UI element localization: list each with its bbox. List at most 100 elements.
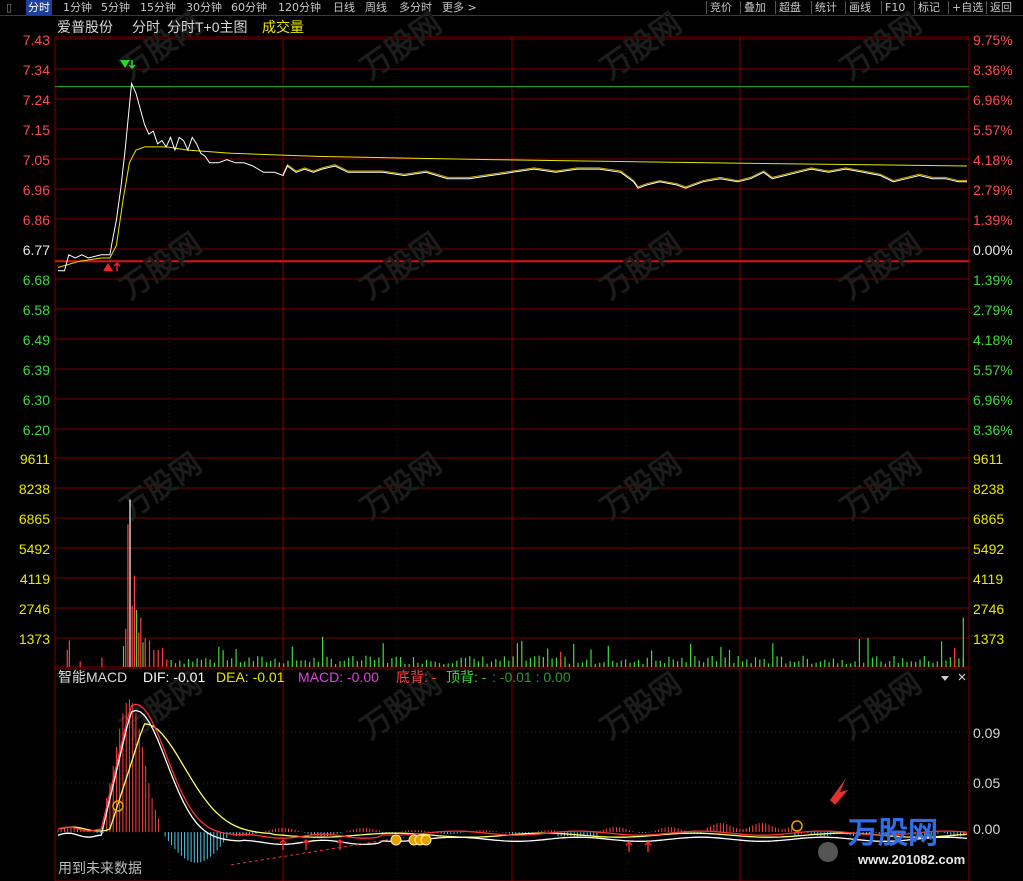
volume-bar	[655, 660, 657, 667]
indicator-label[interactable]: 成交量	[262, 19, 304, 35]
volume-bar	[261, 656, 263, 667]
price-tick-right: 2.79%	[973, 302, 1013, 318]
t0-label[interactable]: 分时T+0主图	[167, 19, 248, 35]
volume-bar	[871, 657, 873, 667]
volume-bar	[560, 651, 562, 667]
macd-extra: : -0.01 : 0.00	[492, 669, 571, 685]
volume-tick-right: 1373	[973, 631, 1004, 647]
price-tick-left: 6.20	[23, 422, 50, 438]
volume-bar	[490, 661, 493, 667]
volume-bar	[361, 660, 363, 667]
volume-bar	[438, 663, 441, 667]
volume-bar	[841, 660, 843, 667]
volume-bar	[274, 658, 276, 667]
volume-bar	[356, 661, 358, 667]
volume-bar	[412, 657, 415, 667]
volume-bar	[759, 659, 761, 667]
volume-bar	[486, 663, 488, 667]
volume-tick-right: 4119	[973, 571, 1003, 587]
volume-tick-left: 5492	[19, 541, 50, 557]
price-tick-left: 6.49	[23, 332, 50, 348]
price-tick-left: 6.96	[23, 182, 50, 198]
up-arrow-icon	[279, 838, 287, 850]
volume-bar	[521, 640, 523, 667]
volume-bar	[811, 663, 813, 667]
volume-bar	[534, 656, 536, 667]
volume-bar	[244, 661, 246, 667]
volume-bar	[378, 657, 380, 667]
watermark-logo: 万股网	[835, 227, 928, 306]
close-icon[interactable]	[958, 673, 966, 681]
price-tick-left: 6.39	[23, 362, 50, 378]
volume-bar	[469, 656, 471, 667]
price-tick-right: 4.18%	[973, 152, 1013, 168]
volume-bar	[876, 656, 878, 667]
volume-bar	[923, 656, 925, 667]
stock-name: 爱普股份	[57, 19, 113, 35]
volume-bar	[309, 661, 311, 667]
volume-tick-right: 2746	[973, 601, 1004, 617]
volume-bar	[542, 657, 544, 667]
volume-bar	[638, 659, 640, 667]
volume-bar	[209, 659, 211, 667]
volume-bar	[66, 649, 68, 667]
coin-icon	[420, 834, 432, 846]
volume-bar	[958, 658, 960, 667]
volume-bar	[685, 662, 687, 667]
volume-bar	[620, 660, 622, 667]
volume-bar	[586, 659, 588, 667]
volume-bar	[737, 655, 739, 667]
macd-tick-right: 0.05	[973, 775, 1000, 791]
volume-bar	[125, 628, 127, 667]
volume-bar	[101, 657, 103, 667]
volume-bar	[780, 656, 783, 667]
volume-bar	[902, 658, 904, 667]
volume-bar	[832, 658, 834, 667]
volume-bar	[313, 657, 315, 667]
volume-bar	[767, 663, 770, 667]
signal-marker-icon	[791, 820, 803, 832]
volume-bar	[365, 655, 367, 667]
volume-bar	[529, 658, 531, 667]
watermark-layer: 万股网 万股网 万股网 万股网万股网 万股网 万股网 万股网万股网 万股网 万股网 万股网万股网万…	[115, 7, 928, 746]
volume-bar	[131, 606, 133, 667]
volume-bar	[564, 656, 566, 667]
watermark-logo: 万股网	[355, 7, 448, 86]
volume-bar	[893, 656, 895, 667]
volume-bar	[889, 661, 891, 667]
volume-bar	[148, 640, 151, 667]
volume-bar	[283, 663, 285, 667]
volume-bar	[884, 663, 886, 667]
volume-bar	[616, 662, 618, 667]
volume-bar	[133, 575, 135, 667]
macd-tick-right: 0.00	[973, 821, 1000, 837]
macd-dif: DIF: -0.01	[143, 669, 205, 685]
volume-bar	[837, 663, 839, 667]
macd-tick-right: 0.09	[973, 725, 1000, 741]
volume-bar	[248, 657, 250, 667]
price-tick-right: 1.39%	[973, 212, 1013, 228]
volume-bar	[142, 642, 144, 667]
volume-bar	[915, 661, 917, 667]
volume-bar	[607, 645, 609, 667]
volume-bar	[897, 662, 899, 667]
volume-bar	[806, 658, 808, 667]
volume-bar	[919, 659, 921, 667]
volume-bar	[183, 663, 185, 667]
volume-bar	[776, 656, 778, 667]
price-tick-right: 0.00%	[973, 242, 1013, 258]
triangle-down-icon[interactable]	[941, 676, 949, 681]
volume-bar	[179, 660, 181, 667]
volume-bar	[703, 662, 705, 667]
volume-bar	[451, 663, 454, 667]
volume-bar	[932, 662, 934, 667]
volume-bar	[590, 649, 592, 667]
header-layer: 爱普股份 分时 分时T+0主图 成交量 智能MACD DIF: -0.01 DE…	[57, 19, 966, 876]
volume-tick-left: 6865	[19, 511, 50, 527]
volume-bar	[863, 662, 865, 667]
volume-bar	[257, 656, 259, 667]
volume-bar	[750, 663, 752, 667]
volume-bar	[330, 658, 332, 667]
price-tick-right: 8.36%	[973, 62, 1013, 78]
macd-title[interactable]: 智能MACD	[58, 669, 127, 685]
